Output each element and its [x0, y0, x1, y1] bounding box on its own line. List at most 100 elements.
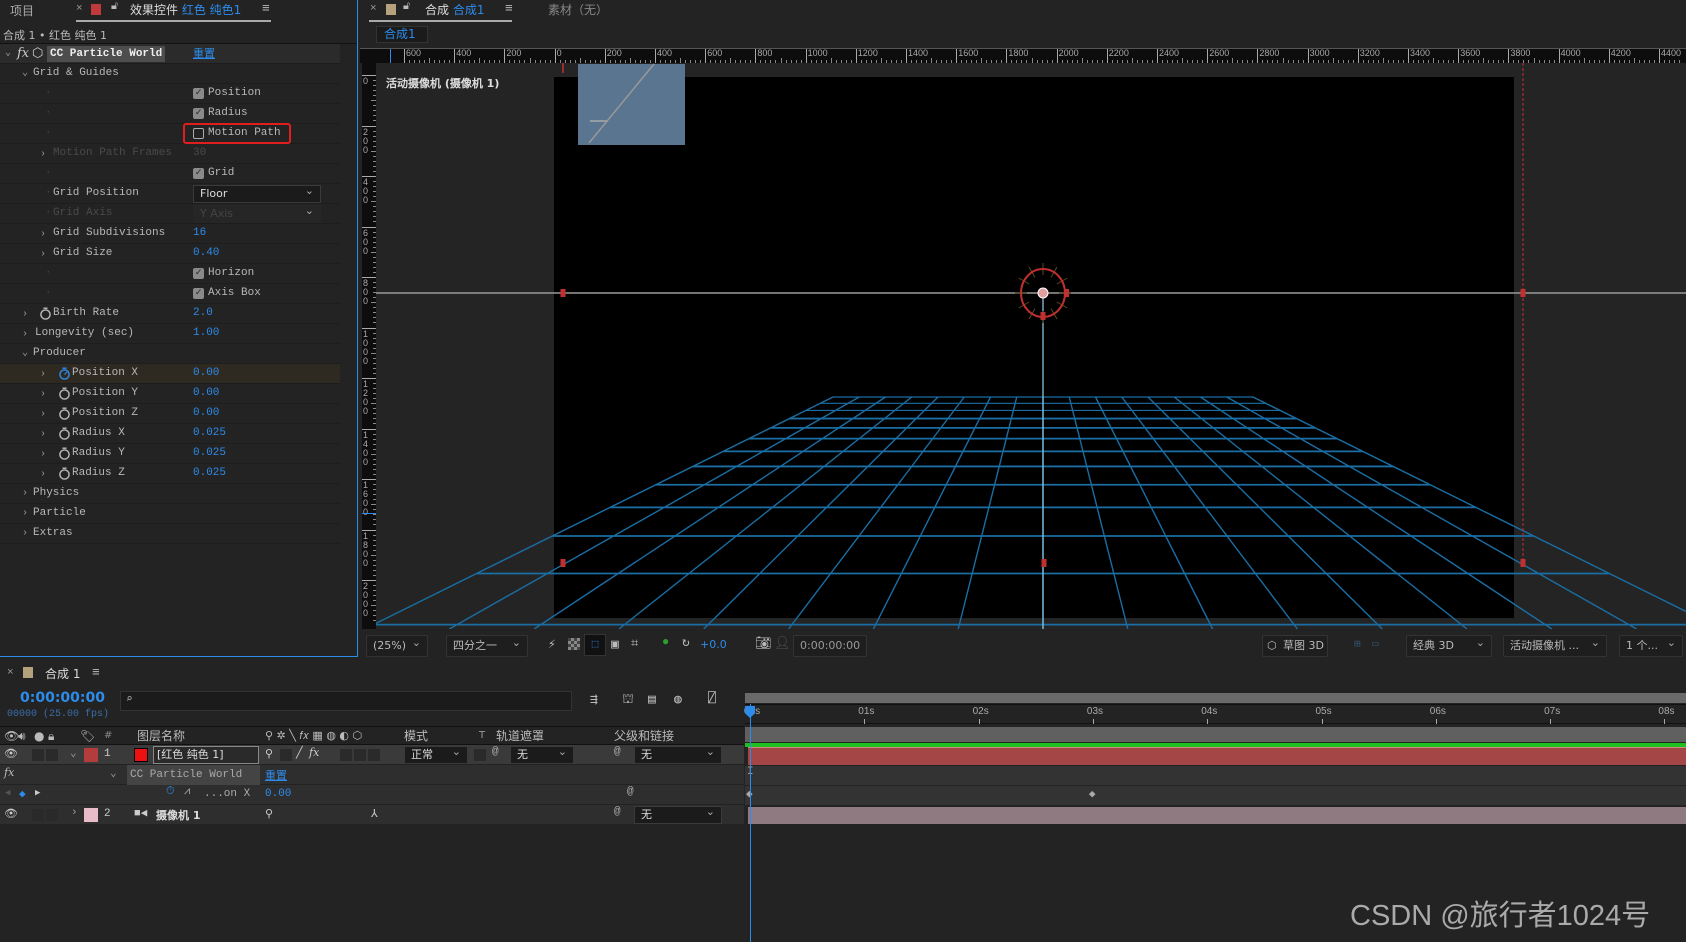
playhead-line[interactable]: [750, 704, 751, 942]
property-row-birth-rate[interactable]: › Birth Rate 2.0: [0, 304, 340, 324]
renderer-dropdown[interactable]: 经典 3D: [1406, 633, 1492, 657]
prev-keyframe-icon[interactable]: ◀: [5, 788, 10, 798]
layer-2-bar[interactable]: [748, 807, 1686, 824]
shy-switch-icon[interactable]: ⚲: [265, 747, 273, 761]
layer-row-1[interactable]: 👁︎ ⌄ 1 [红色 纯色 1] ⚲ ╱ fx 正常 @ 无 @ 无: [0, 744, 744, 765]
effect-name[interactable]: CC Particle World: [127, 765, 260, 785]
stopwatch-icon[interactable]: [58, 427, 71, 440]
track-matte-dropdown[interactable]: 无: [510, 744, 574, 764]
property-row-horizon[interactable]: · ✓ Horizon: [0, 264, 340, 284]
property-row-particle[interactable]: › Particle: [0, 504, 340, 524]
checkbox-label[interactable]: Radius: [208, 104, 248, 123]
shy-switch-icon[interactable]: ⚲: [265, 807, 273, 821]
resolution-dropdown[interactable]: 四分之一: [446, 633, 528, 657]
comp-flowchart-icon[interactable]: ⇶: [590, 692, 598, 707]
property-row-position-x[interactable]: › Position X 0.00: [0, 364, 340, 384]
twirl-open-icon[interactable]: ⌄: [22, 64, 28, 83]
snapshot-camera-icon[interactable]: 📷︎: [755, 636, 772, 651]
axis-box-handle[interactable]: [560, 559, 566, 567]
property-row-grid[interactable]: · ✓ Grid: [0, 164, 340, 184]
audio-toggle[interactable]: [32, 809, 44, 821]
checkbox-label[interactable]: Axis Box: [208, 284, 261, 303]
layer-name[interactable]: [红色 纯色 1]: [153, 746, 259, 764]
property-row-physics[interactable]: › Physics: [0, 484, 340, 504]
twirl-closed-icon[interactable]: ›: [22, 305, 28, 324]
graph-editor-icon[interactable]: ⍁: [708, 691, 716, 706]
twirl-closed-icon[interactable]: ›: [40, 385, 46, 404]
effects-switch-icon[interactable]: fx: [309, 746, 319, 759]
twirl-closed-icon[interactable]: ›: [22, 484, 28, 503]
property-row-grid-size[interactable]: › Grid Size 0.40: [0, 244, 340, 264]
checkbox-checked[interactable]: ✓: [193, 88, 204, 99]
property-value[interactable]: 0.00: [265, 788, 291, 800]
panel-menu-icon[interactable]: ≡: [505, 1, 513, 16]
dropdown[interactable]: Y Axis: [193, 203, 321, 223]
next-keyframe-icon[interactable]: ▶: [35, 788, 40, 798]
transparency-grid-icon[interactable]: [568, 638, 580, 650]
property-row-radius-z[interactable]: › Radius Z 0.025: [0, 464, 340, 484]
graph-icon[interactable]: ⩘: [184, 786, 190, 798]
current-time[interactable]: 0:00:00:00: [20, 690, 105, 706]
twirl-closed-icon[interactable]: ›: [22, 524, 28, 543]
reset-exposure-icon[interactable]: ↻: [682, 635, 690, 650]
fast-preview-icon[interactable]: ⚡︎: [548, 637, 556, 652]
current-time-display[interactable]: 0:00:00:00: [793, 635, 867, 657]
twirl-closed-icon[interactable]: ›: [22, 504, 28, 523]
close-icon[interactable]: ×: [76, 3, 83, 15]
property-row[interactable]: ◀ ◆ ▶ ⏱︎ ⩘ ...on X 0.00 @: [0, 785, 744, 805]
close-icon[interactable]: ×: [370, 3, 377, 15]
mask-visibility-icon[interactable]: ⬚: [584, 634, 606, 656]
effect-name[interactable]: CC Particle World: [47, 46, 166, 62]
twirl-closed-icon[interactable]: ›: [40, 405, 46, 424]
draft-3d-toggle[interactable]: ⬡ 草图 3D: [1262, 635, 1328, 657]
region-of-interest-icon[interactable]: ▣: [611, 637, 619, 652]
layer-row-2[interactable]: 👁︎ › 2 ■◀ 摄像机 1 ⚲ ⅄ @ 无: [0, 804, 744, 825]
tab-effect-controls[interactable]: 效果控件 红色 纯色1: [130, 1, 241, 18]
twirl-open-icon[interactable]: ⌄: [110, 766, 117, 780]
video-toggle-eye-icon[interactable]: 👁︎: [4, 807, 18, 821]
twirl-closed-icon[interactable]: ›: [22, 325, 28, 344]
checkbox-label[interactable]: Horizon: [208, 264, 254, 283]
twirl-closed-icon[interactable]: ›: [40, 245, 46, 264]
stopwatch-icon[interactable]: ⏱︎: [166, 786, 175, 798]
panel-menu-icon[interactable]: ≡: [92, 665, 100, 680]
property-row-grid-axis[interactable]: · Grid Axis Y Axis: [0, 203, 340, 224]
property-value[interactable]: 30: [193, 144, 206, 163]
property-value[interactable]: 0.025: [193, 464, 226, 483]
property-value[interactable]: 0.00: [193, 384, 219, 403]
property-row-longevity-sec-[interactable]: › Longevity (sec) 1.00: [0, 324, 340, 344]
stopwatch-icon[interactable]: [39, 307, 52, 320]
checkbox-checked[interactable]: ✓: [193, 288, 204, 299]
property-row-motion-path-frames[interactable]: › Motion Path Frames 30: [0, 144, 340, 164]
quality-switch-icon[interactable]: ╱: [296, 746, 303, 760]
tab-project[interactable]: 项目: [10, 2, 34, 19]
property-row-grid-position[interactable]: · Grid Position Floor: [0, 183, 340, 204]
effect-header-row[interactable]: ⌄ fx ⬡ CC Particle World 重置: [0, 44, 340, 64]
property-row-position[interactable]: · ✓ Position: [0, 84, 340, 104]
preserve-transparency-toggle[interactable]: [474, 749, 486, 761]
checkbox-checked[interactable]: ✓: [193, 168, 204, 179]
twirl-closed-icon[interactable]: ›: [40, 365, 46, 384]
property-row-axis-box[interactable]: · ✓ Axis Box: [0, 284, 340, 304]
layer-name[interactable]: 摄像机 1: [156, 807, 200, 823]
property-value[interactable]: 16: [193, 224, 206, 243]
property-row-radius-x[interactable]: › Radius X 0.025: [0, 424, 340, 444]
work-area-bar[interactable]: [745, 727, 1686, 742]
panel-menu-icon[interactable]: ≡: [262, 1, 270, 16]
parent-dropdown[interactable]: 无: [634, 804, 722, 824]
property-row-motion-path[interactable]: · Motion Path: [0, 123, 340, 144]
property-value[interactable]: 0.00: [193, 404, 219, 423]
twirl-closed-icon[interactable]: ›: [40, 465, 46, 484]
viewport-canvas[interactable]: [376, 63, 1686, 629]
property-value[interactable]: 0.40: [193, 244, 219, 263]
fx-icon[interactable]: fx: [17, 44, 29, 63]
motion-blur-switch[interactable]: [354, 749, 366, 761]
property-row-producer[interactable]: ⌄ Producer: [0, 344, 340, 364]
checkbox-checked[interactable]: ✓: [193, 268, 204, 279]
parent-header[interactable]: 父级和链接: [614, 727, 674, 745]
emitter-handle[interactable]: [1040, 312, 1046, 320]
view-layout-dropdown[interactable]: 1 个...: [1619, 633, 1683, 657]
property-value[interactable]: 0.025: [193, 444, 226, 463]
axis-box-handle[interactable]: [1520, 559, 1526, 567]
exposure-value[interactable]: +0.0: [700, 638, 727, 651]
